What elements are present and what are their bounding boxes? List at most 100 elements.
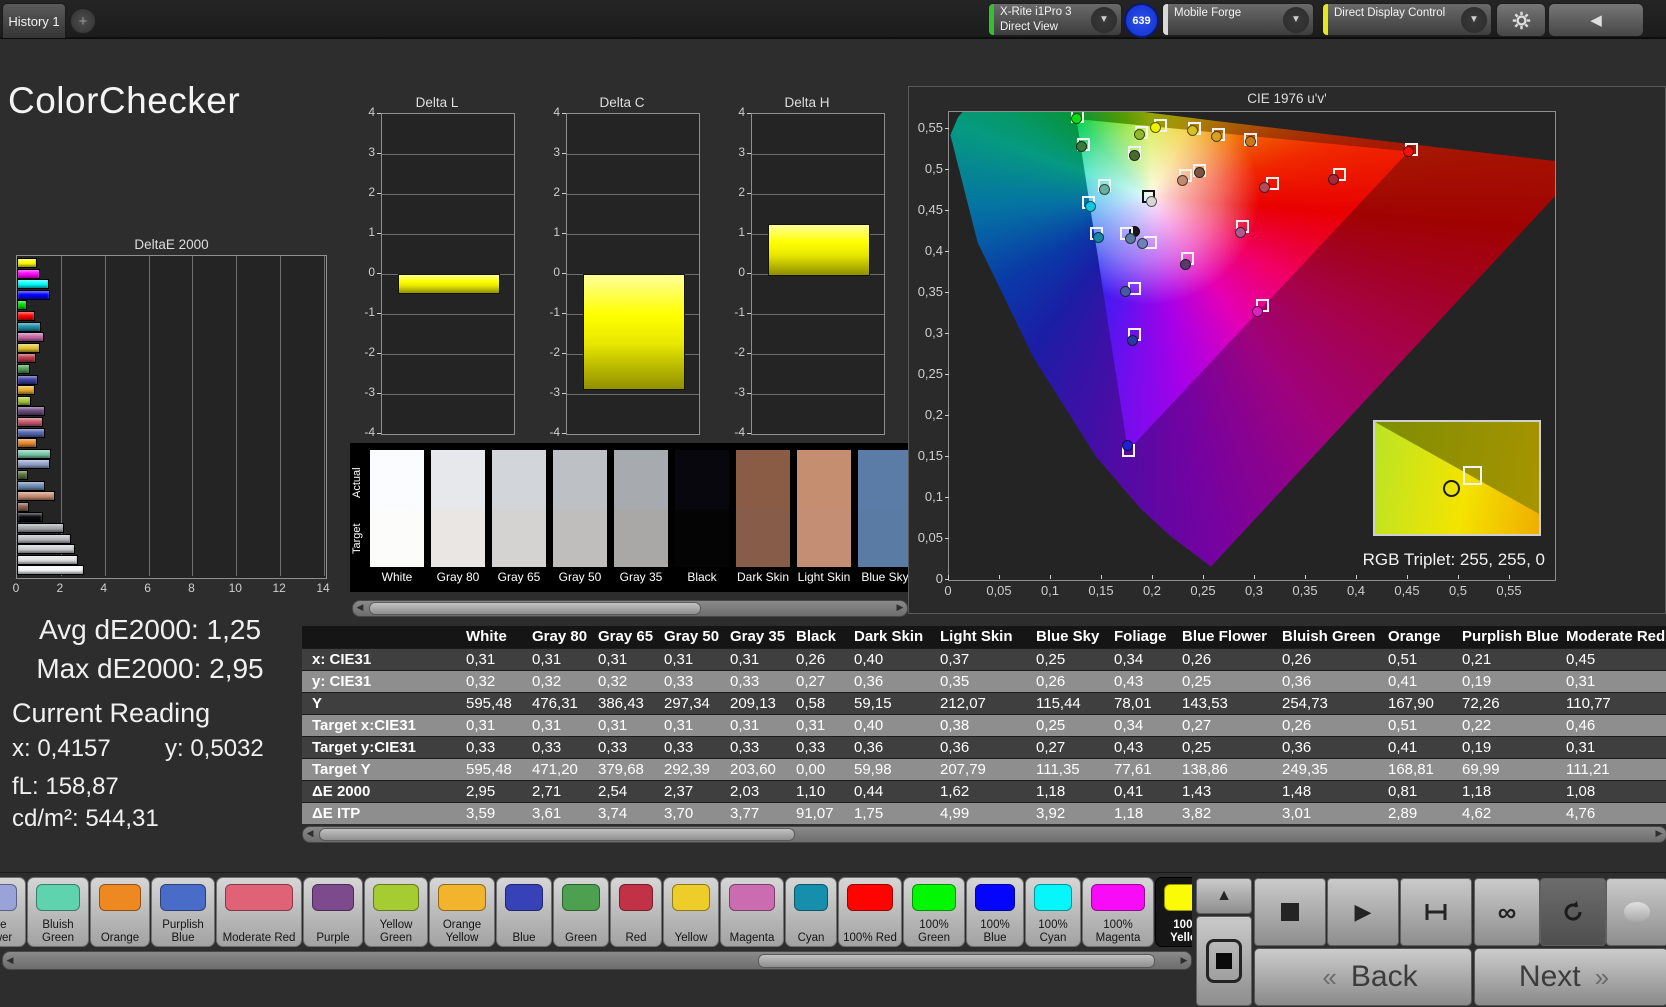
chevron-down-icon[interactable]: ▼	[1461, 6, 1487, 33]
meter-dropdown[interactable]: X-Rite i1Pro 3 Direct View ▼	[988, 3, 1122, 36]
scroll-right-icon[interactable]: ▶	[1177, 954, 1191, 967]
strip-scrollbar[interactable]: ◀ ▶	[352, 600, 908, 617]
tick-mark	[945, 415, 949, 417]
tick-mark	[1407, 575, 1408, 579]
pattern-button-blue-flower[interactable]: Blue Flower	[0, 877, 26, 947]
tick-mark	[562, 233, 566, 234]
table-cell: 1,10	[796, 783, 826, 800]
pattern-button-magenta[interactable]: Magenta	[720, 877, 784, 947]
pattern-button-purple[interactable]: Purple	[303, 877, 363, 947]
y-tick-label: 0	[935, 571, 943, 587]
table-row: Target y:CIE31 0,33 0,33 0,33 0,33 0,33 0,33 0,…	[302, 736, 1666, 758]
refresh-icon	[1564, 901, 1582, 921]
pattern-label: 100% Magenta	[1095, 919, 1141, 944]
scroll-left-icon[interactable]: ◀	[3, 954, 17, 967]
device-dropdown[interactable]: Direct Display Control ▼	[1322, 3, 1492, 36]
pattern-button-yellow[interactable]: Yellow	[663, 877, 719, 947]
pattern-button-bluish-green[interactable]: Bluish Green	[27, 877, 89, 947]
meter-mode: Direct View	[1000, 20, 1058, 33]
add-tab-button[interactable]: +	[70, 8, 96, 34]
tick-mark	[377, 313, 381, 314]
table-cell: 0,43	[1114, 673, 1144, 690]
back-button[interactable]: « Back	[1254, 948, 1472, 1006]
tick-mark	[747, 353, 751, 354]
de-bar-blue	[17, 374, 38, 385]
pattern-label: Cyan	[797, 931, 825, 944]
column-header: Black	[796, 628, 837, 645]
x-tick-label: 0,5	[1448, 583, 1468, 598]
pattern-chip	[1164, 884, 1192, 911]
record-button[interactable]	[1606, 878, 1666, 946]
table-scroll-thumb[interactable]	[319, 828, 795, 841]
collapse-panel-button[interactable]: ◀	[1548, 3, 1644, 37]
measured-marker-foliage	[1128, 150, 1140, 162]
pattern-button-100-cyan[interactable]: 100% Cyan	[1025, 877, 1081, 947]
pattern-label: Blue Flower	[0, 919, 13, 944]
cie-zoom-inset	[1373, 420, 1541, 536]
next-button[interactable]: Next »	[1474, 948, 1666, 1006]
table-scrollbar[interactable]: ◀ ▶	[302, 826, 1666, 843]
tick-mark	[945, 333, 949, 335]
y-tick-label: -4	[734, 425, 745, 439]
table-cell: 91,07	[796, 805, 834, 822]
delta-bar	[398, 274, 500, 294]
settings-button[interactable]	[1496, 3, 1546, 37]
gridline	[382, 234, 514, 235]
pattern-button-cyan[interactable]: Cyan	[785, 877, 837, 947]
pattern-chip	[160, 884, 206, 911]
pattern-chip	[912, 884, 956, 911]
pattern-button-moderate-red[interactable]: Moderate Red	[216, 877, 302, 947]
pattern-chip	[729, 884, 775, 911]
table-cell: 0,31	[598, 651, 628, 668]
pattern-button-100-green[interactable]: 100% Green	[903, 877, 965, 947]
loop-button[interactable]: ∞	[1474, 878, 1540, 946]
pattern-button-100-magenta[interactable]: 100% Magenta	[1082, 877, 1154, 947]
measure-size-button[interactable]	[1400, 878, 1472, 946]
pattern-button-orange-yellow[interactable]: Orange Yellow	[429, 877, 495, 947]
de-bar-red	[17, 353, 37, 364]
cie-plot[interactable]: RGB Triplet: 255, 255, 0	[948, 111, 1556, 581]
pattern-button-100-red[interactable]: 100% Red	[838, 877, 902, 947]
chevron-down-icon[interactable]: ▼	[1091, 6, 1117, 33]
table-cell: 595,48	[466, 695, 512, 712]
strip-scroll-thumb[interactable]	[369, 602, 701, 615]
scroll-right-icon[interactable]: ▶	[893, 601, 907, 614]
scroll-left-icon[interactable]: ◀	[353, 601, 367, 614]
x-tick-label: 0	[12, 581, 20, 595]
play-button[interactable]: ▶	[1327, 878, 1399, 946]
tick-mark	[377, 433, 381, 434]
pattern-label: Purplish Blue	[162, 919, 204, 944]
swatch-label: Gray 65	[497, 570, 541, 584]
pattern-button-orange[interactable]: Orange	[90, 877, 150, 947]
x-tick-label: 0,55	[1496, 583, 1522, 598]
table-cell: 2,54	[598, 783, 628, 800]
scroll-up-button[interactable]: ▲	[1196, 878, 1252, 914]
table-cell: 0,46	[1566, 717, 1596, 734]
delta-chart-delta-h: Delta H 4 3 2 1 0 -1 -2 -3 -4	[723, 95, 891, 447]
scroll-right-icon[interactable]: ▶	[1652, 827, 1666, 840]
tick-mark	[1203, 575, 1204, 579]
pattern-scroll-thumb[interactable]	[758, 954, 1155, 968]
table-cell: 471,20	[532, 761, 578, 778]
workflow-dropdown[interactable]: Mobile Forge ▼	[1162, 3, 1314, 36]
tick-mark	[945, 579, 949, 581]
pattern-button-100-yellow[interactable]: 100% Yellow	[1155, 877, 1192, 947]
pattern-scrollbar[interactable]: ◀ ▶	[2, 951, 1192, 970]
tab-history-1[interactable]: History 1	[2, 3, 66, 38]
measured-marker-100-cyan	[1084, 201, 1096, 213]
pattern-button-red[interactable]: Red	[610, 877, 662, 947]
table-cell: 0,26	[1182, 651, 1212, 668]
continuous-measure-button[interactable]	[1540, 878, 1606, 946]
pattern-button-blue[interactable]: Blue	[496, 877, 552, 947]
pattern-window-button[interactable]	[1196, 916, 1252, 1006]
stop-button[interactable]	[1254, 878, 1326, 946]
scroll-left-icon[interactable]: ◀	[303, 827, 317, 840]
chevron-down-icon[interactable]: ▼	[1283, 6, 1309, 33]
pattern-button-yellow-green[interactable]: Yellow Green	[364, 877, 428, 947]
tick-mark	[747, 393, 751, 394]
pattern-button-green[interactable]: Green	[553, 877, 609, 947]
swatch-actual	[675, 450, 729, 509]
measurement-count-badge[interactable]: 639	[1124, 3, 1159, 38]
pattern-button-purplish-blue[interactable]: Purplish Blue	[151, 877, 215, 947]
pattern-button-100-blue[interactable]: 100% Blue	[966, 877, 1024, 947]
